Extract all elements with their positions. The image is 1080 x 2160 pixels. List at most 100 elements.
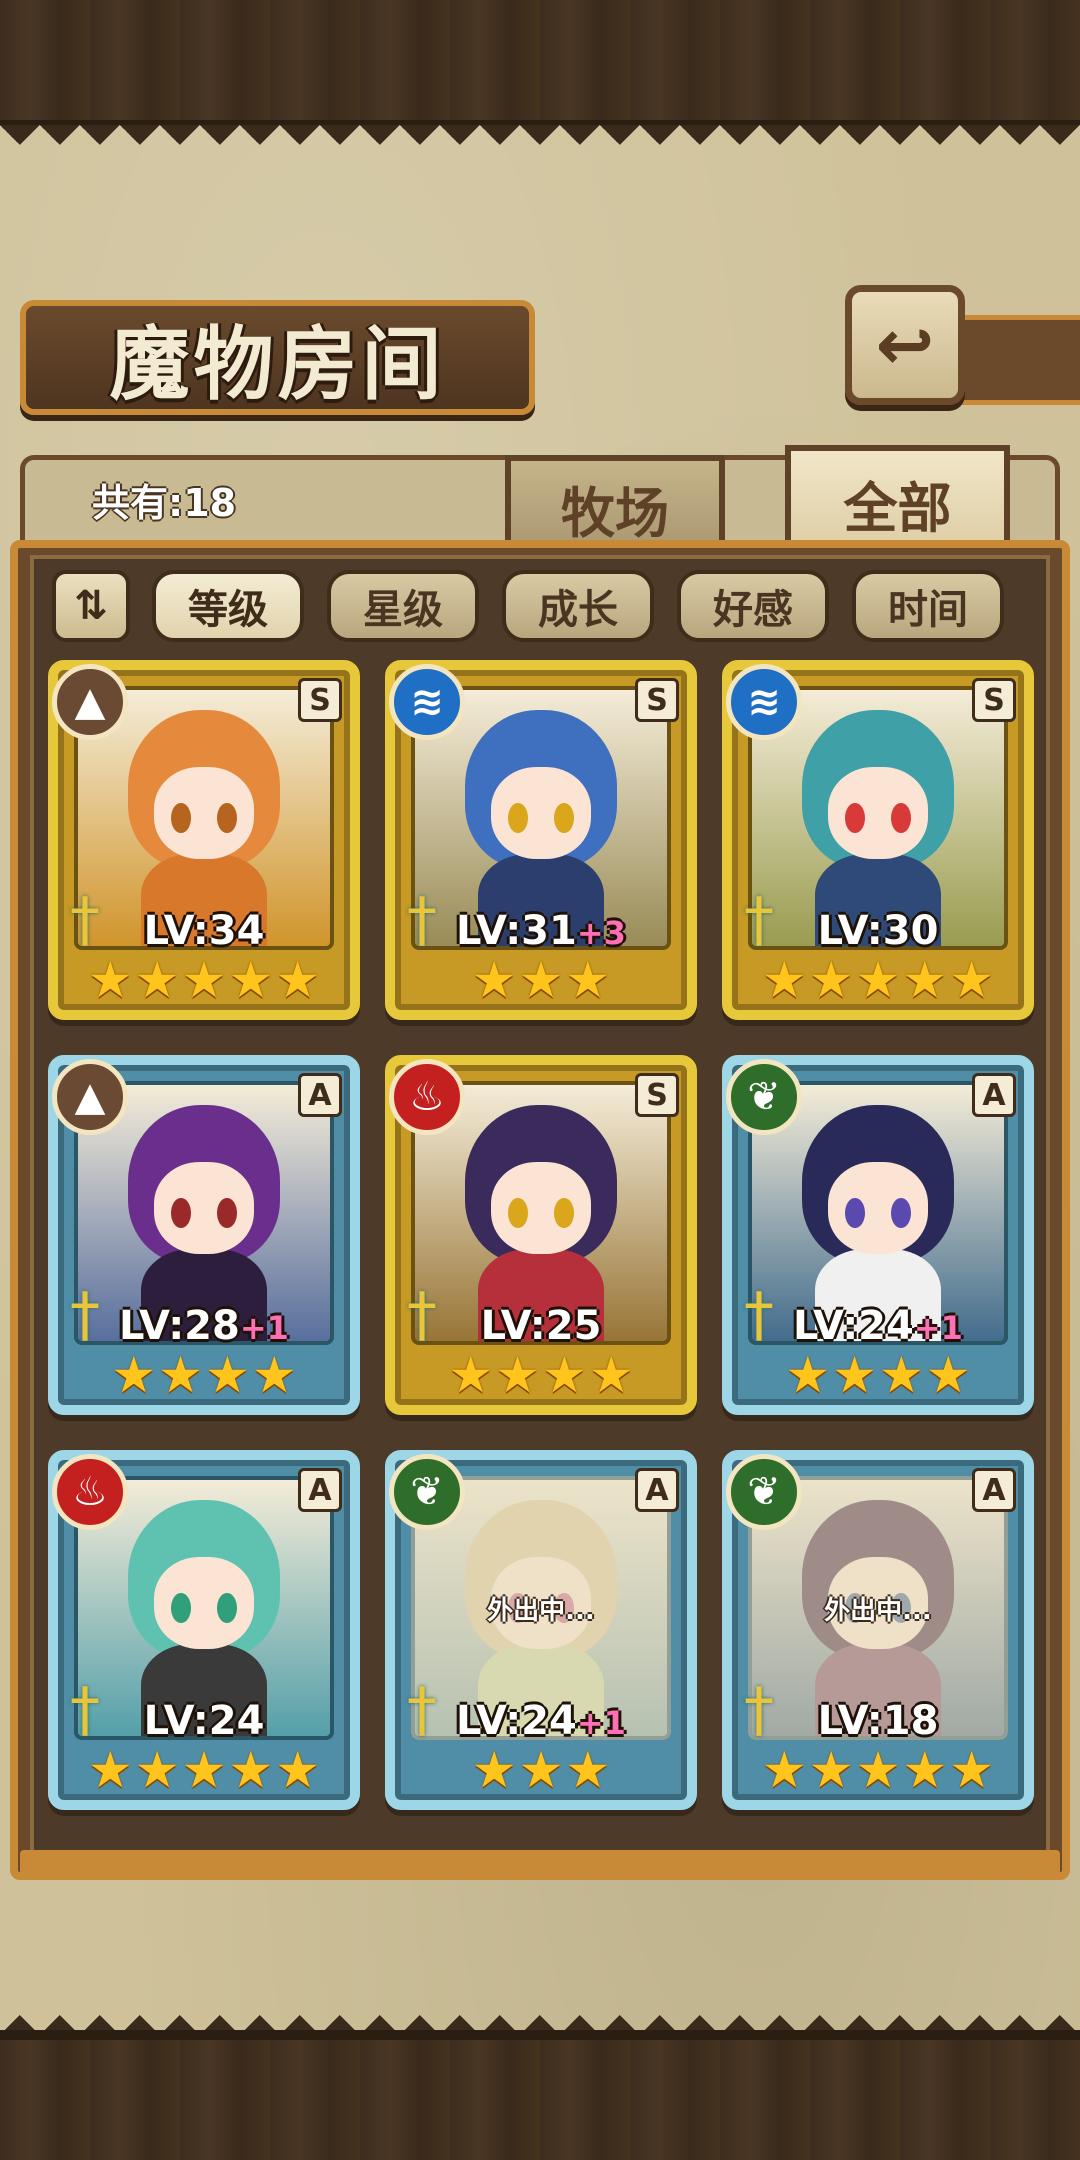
- star-icon: ★: [87, 951, 133, 1009]
- nature-element-icon: ❦: [389, 1454, 465, 1530]
- monster-level: LV:31+3: [456, 908, 626, 954]
- bottom-wood-border: [0, 2030, 1080, 2160]
- rank-badge: S: [635, 1073, 679, 1117]
- monster-card[interactable]: ≋ S † LV:31+3 ★ ★ ★: [385, 660, 697, 1020]
- earth-element-icon: ▲: [52, 1059, 128, 1135]
- star-icon: ★: [879, 1346, 924, 1404]
- tab-all[interactable]: 全部: [785, 445, 1010, 555]
- back-arrow-icon: ↩: [875, 304, 935, 386]
- fire-element-icon: ♨: [52, 1454, 128, 1530]
- star-rating: ★ ★ ★ ★: [395, 1347, 687, 1403]
- star-icon: ★: [251, 1346, 297, 1404]
- monster-card[interactable]: 外出中... ❦ A † LV:24+1 ★ ★ ★: [385, 1450, 697, 1810]
- star-icon: ★: [565, 1741, 611, 1799]
- sort-time-label: 时间: [888, 586, 968, 633]
- star-icon: ★: [855, 951, 901, 1009]
- star-icon: ★: [518, 1741, 564, 1799]
- water-element-icon: ≋: [726, 664, 802, 740]
- monster-card[interactable]: ♨ A † LV:24 ★ ★ ★ ★ ★: [48, 1450, 360, 1810]
- monster-count: 共有:18: [92, 481, 237, 525]
- level-bonus: +1: [239, 1309, 289, 1347]
- sort-level-button[interactable]: 等级: [152, 570, 304, 642]
- title-banner: 魔物房间: [20, 300, 535, 415]
- star-icon: ★: [471, 951, 517, 1009]
- star-icon: ★: [542, 1346, 587, 1404]
- star-icon: ★: [761, 951, 807, 1009]
- star-icon: ★: [588, 1346, 634, 1404]
- star-rating: ★ ★ ★ ★ ★: [58, 1742, 350, 1798]
- star-rating: ★ ★ ★ ★ ★: [732, 1742, 1024, 1798]
- star-rating: ★ ★ ★: [395, 952, 687, 1008]
- star-icon: ★: [275, 1741, 321, 1799]
- tab-pasture-label: 牧场: [561, 480, 669, 545]
- level-bonus: +1: [913, 1309, 963, 1347]
- away-status: 外出中...: [487, 1596, 595, 1626]
- star-icon: ★: [228, 1741, 274, 1799]
- earth-element-icon: ▲: [52, 664, 128, 740]
- star-icon: ★: [949, 1741, 995, 1799]
- level-bonus: +3: [576, 914, 626, 952]
- monster-level: LV:34: [143, 908, 265, 954]
- monster-level: LV:25: [480, 1303, 602, 1349]
- sort-growth-label: 成长: [538, 586, 618, 633]
- star-icon: ★: [228, 951, 274, 1009]
- star-icon: ★: [855, 1741, 901, 1799]
- nature-element-icon: ❦: [726, 1454, 802, 1530]
- monster-card[interactable]: ♨ S † LV:25 ★ ★ ★ ★: [385, 1055, 697, 1415]
- sort-order-icon: ⇅: [74, 583, 108, 629]
- rank-badge: A: [972, 1468, 1016, 1512]
- star-icon: ★: [925, 1346, 971, 1404]
- star-icon: ★: [808, 951, 854, 1009]
- star-icon: ★: [495, 1346, 540, 1404]
- monster-level: LV:24+1: [793, 1303, 963, 1349]
- monster-level: LV:28+1: [119, 1303, 289, 1349]
- star-icon: ★: [111, 1346, 157, 1404]
- rank-badge: A: [298, 1073, 342, 1117]
- star-icon: ★: [87, 1741, 133, 1799]
- star-icon: ★: [448, 1346, 494, 1404]
- sort-growth-button[interactable]: 成长: [502, 570, 654, 642]
- sort-stars-label: 星级: [363, 586, 443, 633]
- rank-badge: A: [635, 1468, 679, 1512]
- monster-level: LV:18: [817, 1698, 939, 1744]
- star-icon: ★: [471, 1741, 517, 1799]
- sort-order-button[interactable]: ⇅: [52, 570, 130, 642]
- panel-bottom-trim: [20, 1850, 1060, 1875]
- rank-badge: A: [972, 1073, 1016, 1117]
- sort-stars-button[interactable]: 星级: [327, 570, 479, 642]
- star-icon: ★: [785, 1346, 831, 1404]
- monster-card[interactable]: ▲ S † LV:34 ★ ★ ★ ★ ★: [48, 660, 360, 1020]
- sort-affection-label: 好感: [713, 586, 793, 633]
- star-icon: ★: [275, 951, 321, 1009]
- star-icon: ★: [205, 1346, 250, 1404]
- rank-badge: S: [298, 678, 342, 722]
- monster-card[interactable]: ▲ A † LV:28+1 ★ ★ ★ ★: [48, 1055, 360, 1415]
- parchment-bottom-edge: [0, 1995, 1080, 2035]
- back-button[interactable]: ↩: [845, 285, 965, 405]
- monster-level: LV:24+1: [456, 1698, 626, 1744]
- rank-badge: A: [298, 1468, 342, 1512]
- star-rating: ★ ★ ★: [395, 1742, 687, 1798]
- parchment-top-edge: [0, 125, 1080, 165]
- monster-card[interactable]: 外出中... ❦ A † LV:18 ★ ★ ★ ★ ★: [722, 1450, 1034, 1810]
- star-icon: ★: [832, 1346, 877, 1404]
- star-icon: ★: [949, 951, 995, 1009]
- star-icon: ★: [902, 951, 948, 1009]
- water-element-icon: ≋: [389, 664, 465, 740]
- star-rating: ★ ★ ★ ★ ★: [732, 952, 1024, 1008]
- sort-time-button[interactable]: 时间: [852, 570, 1004, 642]
- monster-card[interactable]: ❦ A † LV:24+1 ★ ★ ★ ★: [722, 1055, 1034, 1415]
- star-icon: ★: [761, 1741, 807, 1799]
- level-bonus: +1: [576, 1704, 626, 1742]
- star-icon: ★: [565, 951, 611, 1009]
- star-icon: ★: [134, 951, 180, 1009]
- tab-all-label: 全部: [843, 475, 952, 540]
- page-title: 魔物房间: [109, 316, 446, 411]
- rank-badge: S: [972, 678, 1016, 722]
- star-icon: ★: [808, 1741, 854, 1799]
- top-wood-border: [0, 0, 1080, 130]
- monster-card[interactable]: ≋ S † LV:30 ★ ★ ★ ★ ★: [722, 660, 1034, 1020]
- nature-element-icon: ❦: [726, 1059, 802, 1135]
- away-status: 外出中...: [824, 1596, 932, 1626]
- sort-affection-button[interactable]: 好感: [677, 570, 829, 642]
